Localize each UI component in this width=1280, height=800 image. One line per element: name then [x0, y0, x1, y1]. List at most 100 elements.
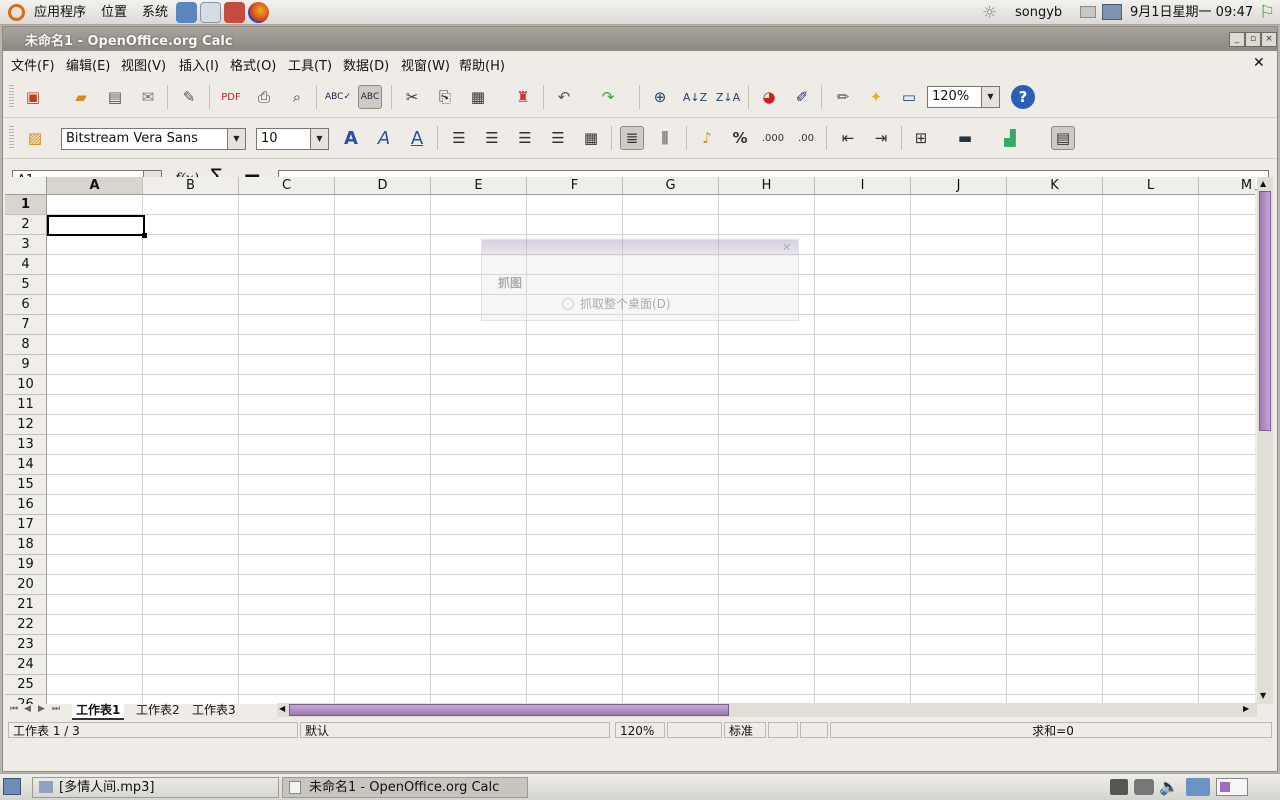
find-replace-icon[interactable]: ✏: [831, 85, 855, 109]
status-sum[interactable]: 求和=0: [830, 722, 1272, 738]
volume-icon[interactable]: 🔈: [1159, 777, 1179, 796]
printer-icon[interactable]: [1080, 6, 1096, 18]
row-header-6[interactable]: 6: [5, 295, 47, 315]
column-header-f[interactable]: F: [527, 177, 623, 195]
column-header-c[interactable]: C: [239, 177, 335, 195]
save-icon[interactable]: ▤: [103, 85, 127, 109]
camera-icon[interactable]: [1134, 779, 1154, 795]
gallery-icon[interactable]: ▭: [897, 85, 921, 109]
draw-functions-icon[interactable]: ✐: [790, 85, 814, 109]
quit-icon[interactable]: ⚐: [1259, 2, 1275, 23]
row-header-23[interactable]: 23: [5, 635, 47, 655]
align-center-icon[interactable]: ☰: [480, 126, 504, 150]
menu-format[interactable]: 格式(O): [230, 55, 276, 74]
media-launcher-icon[interactable]: [224, 2, 245, 23]
edit-file-icon[interactable]: ✎: [177, 85, 201, 109]
clone-formatting-icon[interactable]: ♜: [511, 85, 535, 109]
sheet-tab-2[interactable]: 工作表2: [132, 702, 184, 718]
status-selection-mode[interactable]: 标准: [724, 722, 766, 738]
active-cell-a1[interactable]: [47, 215, 145, 236]
taskbar-item-calc[interactable]: 未命名1 - OpenOffice.org Calc: [282, 777, 528, 798]
ubuntu-logo-icon[interactable]: [8, 4, 25, 21]
underline-icon[interactable]: A: [405, 126, 429, 150]
last-sheet-icon[interactable]: ⏭: [52, 704, 60, 714]
hyperlink-icon[interactable]: ⊕: [648, 85, 672, 109]
row-header-22[interactable]: 22: [5, 615, 47, 635]
first-sheet-icon[interactable]: ⏮: [10, 704, 18, 714]
scroll-left-icon[interactable]: ◀: [279, 704, 285, 713]
maximize-icon[interactable]: ▫: [1245, 32, 1261, 47]
menu-view[interactable]: 视图(V): [121, 55, 166, 74]
row-header-18[interactable]: 18: [5, 535, 47, 555]
show-desktop-icon[interactable]: [3, 778, 21, 795]
row-header-11[interactable]: 11: [5, 395, 47, 415]
sheet-tab-3[interactable]: 工作表3: [188, 702, 240, 718]
export-pdf-icon[interactable]: PDF: [219, 85, 243, 109]
scroll-down-icon[interactable]: ▼: [1260, 691, 1266, 700]
title-bar[interactable]: 未命名1 - OpenOffice.org Calc _ ▫ ×: [3, 27, 1277, 51]
row-header-12[interactable]: 12: [5, 415, 47, 435]
toolbar-grip[interactable]: [9, 126, 14, 150]
chevron-down-icon[interactable]: ▼: [310, 129, 328, 149]
chart-icon[interactable]: ◕: [757, 85, 781, 109]
row-header-7[interactable]: 7: [5, 315, 47, 335]
merge-cells-icon[interactable]: ▦: [579, 126, 603, 150]
align-left-icon[interactable]: ☰: [447, 126, 471, 150]
background-color-icon[interactable]: ▬: [953, 126, 977, 150]
spreadsheet-grid[interactable]: ABCDEFGHIJKLM 1 2 3 4 5 6 7 8 9 10 11 12 13 14 15 16 17 1…: [5, 177, 1255, 704]
row-header-16[interactable]: 16: [5, 495, 47, 515]
row-header-4[interactable]: 4: [5, 255, 47, 275]
column-header-k[interactable]: K: [1007, 177, 1103, 195]
row-header-24[interactable]: 24: [5, 655, 47, 675]
close-window-icon[interactable]: ×: [1261, 32, 1277, 47]
next-sheet-icon[interactable]: ▶: [38, 704, 45, 714]
column-header-j[interactable]: J: [911, 177, 1007, 195]
font-size-combo[interactable]: 10 ▼: [256, 128, 329, 150]
currency-icon[interactable]: ♪: [695, 126, 719, 150]
add-decimal-icon[interactable]: .000: [761, 126, 785, 150]
close-document-icon[interactable]: ✕: [1253, 55, 1265, 71]
font-color-icon[interactable]: ▟: [998, 126, 1022, 150]
new-document-icon[interactable]: ▣: [21, 85, 45, 109]
column-header-e[interactable]: E: [431, 177, 527, 195]
status-zoom[interactable]: 120%: [615, 722, 665, 738]
vertical-align-icon[interactable]: ⫼: [653, 126, 677, 150]
row-header-2[interactable]: 2: [5, 215, 47, 235]
menu-window[interactable]: 视窗(W): [401, 55, 450, 74]
network-icon[interactable]: [1102, 4, 1122, 20]
decrease-indent-icon[interactable]: ⇤: [836, 126, 860, 150]
firefox-launcher-icon[interactable]: [248, 2, 269, 23]
scroll-right-icon[interactable]: ▶: [1243, 704, 1249, 713]
column-header-m[interactable]: M: [1199, 177, 1255, 195]
sort-ascending-icon[interactable]: A↓Z: [683, 85, 707, 109]
font-name-combo[interactable]: Bitstream Vera Sans ▼: [61, 128, 246, 150]
vertical-scroll-thumb[interactable]: [1259, 191, 1271, 431]
system-menu[interactable]: 系统: [142, 0, 168, 25]
minimize-icon[interactable]: _: [1229, 32, 1245, 47]
column-header-i[interactable]: I: [815, 177, 911, 195]
lock-icon[interactable]: [1110, 779, 1128, 795]
open-folder-icon[interactable]: ▰: [69, 85, 93, 109]
row-header-13[interactable]: 13: [5, 435, 47, 455]
trash-icon[interactable]: [1186, 778, 1210, 796]
select-all-corner[interactable]: [5, 177, 47, 195]
clock[interactable]: 9月1日星期一 09:47: [1130, 0, 1253, 25]
row-header-17[interactable]: 17: [5, 515, 47, 535]
increase-indent-icon[interactable]: ⇥: [869, 126, 893, 150]
column-header-a[interactable]: A: [47, 177, 143, 195]
sort-descending-icon[interactable]: Z↓A: [716, 85, 740, 109]
toolbar-grip[interactable]: [9, 85, 14, 109]
italic-icon[interactable]: A: [372, 126, 396, 150]
paste-icon[interactable]: ▦: [466, 85, 490, 109]
redo-icon[interactable]: ↷: [596, 85, 620, 109]
taskbar-item-music[interactable]: [多情人间.mp3]: [32, 777, 279, 798]
row-header-10[interactable]: 10: [5, 375, 47, 395]
sheet-tab-1[interactable]: 工作表1: [72, 702, 125, 720]
row-header-1[interactable]: 1: [5, 195, 47, 215]
column-header-b[interactable]: B: [143, 177, 239, 195]
toggle-grid-icon[interactable]: ▤: [1051, 126, 1075, 150]
menu-insert[interactable]: 插入(I): [179, 55, 219, 74]
autospellcheck-icon[interactable]: ABC: [358, 85, 382, 109]
horizontal-scroll-thumb[interactable]: [289, 704, 729, 716]
row-header-21[interactable]: 21: [5, 595, 47, 615]
